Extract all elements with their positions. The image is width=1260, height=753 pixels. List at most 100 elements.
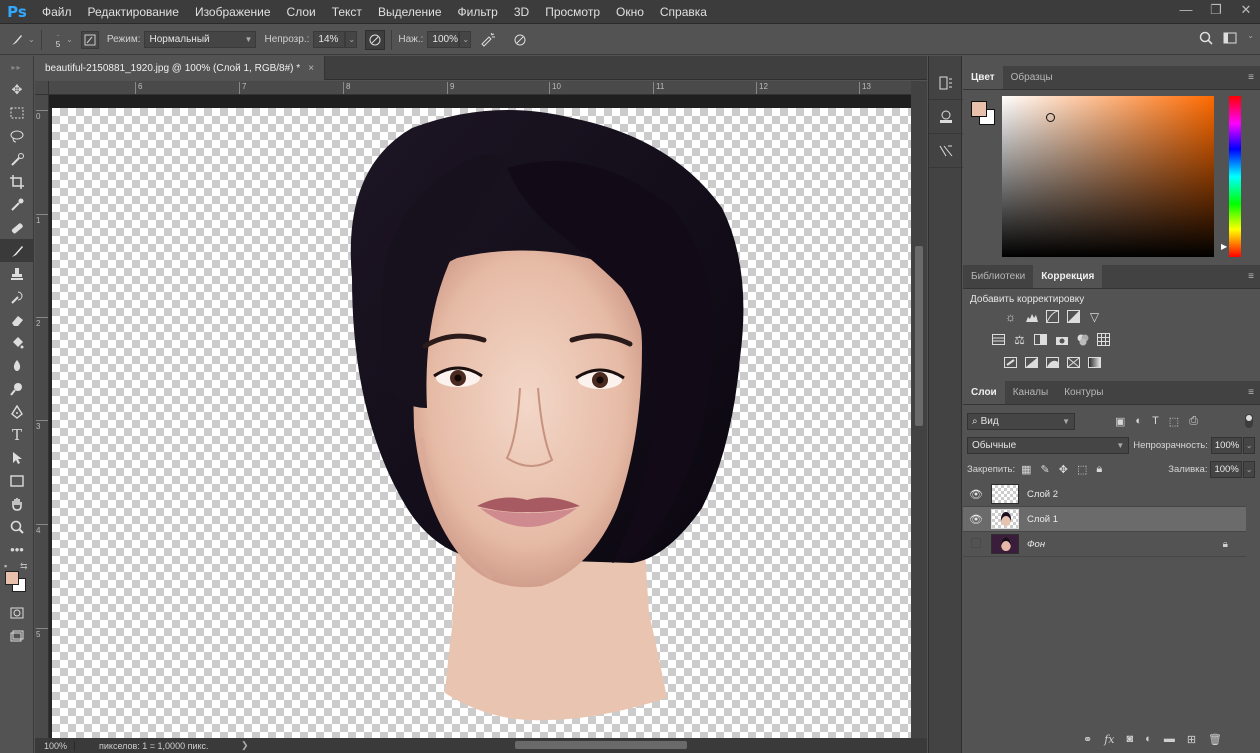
chevron-right-icon[interactable]: ❯ (241, 740, 249, 751)
paragraph-panel-icon[interactable] (929, 134, 963, 168)
menu-help[interactable]: Справка (652, 5, 715, 19)
horizontal-ruler[interactable]: 6 7 8 9 10 11 12 13 (49, 81, 911, 95)
layer-name[interactable]: Слой 2 (1027, 489, 1058, 500)
tab-libraries[interactable]: Библиотеки (963, 265, 1033, 288)
hue-saturation-icon[interactable] (991, 332, 1006, 347)
link-layers-icon[interactable]: ⚭ (1083, 733, 1092, 746)
new-layer-icon[interactable]: ⊞ (1187, 733, 1196, 746)
chevron-down-icon[interactable]: ⌄ (28, 35, 35, 44)
workspace-icon[interactable] (1223, 31, 1237, 48)
search-icon[interactable] (1199, 31, 1213, 48)
menu-window[interactable]: Окно (608, 5, 652, 19)
color-picker-marker[interactable] (1046, 113, 1055, 122)
delete-layer-icon[interactable]: 🗑︎ (1208, 733, 1222, 746)
blur-tool-icon[interactable] (0, 354, 34, 377)
vibrance-icon[interactable]: ▽ (1087, 309, 1102, 324)
pen-tool-icon[interactable] (0, 400, 34, 423)
layer-fill-input[interactable]: 100% (1210, 460, 1243, 478)
filter-type-icon[interactable]: T (1152, 415, 1159, 428)
layer-style-icon[interactable]: fx (1104, 733, 1114, 746)
zoom-tool-icon[interactable] (0, 515, 34, 538)
scrollbar-thumb[interactable] (915, 246, 923, 426)
clone-stamp-tool-icon[interactable] (0, 262, 34, 285)
brush-tool-icon[interactable] (0, 239, 34, 262)
layer-opacity-input[interactable]: 100% (1210, 436, 1243, 454)
menu-layers[interactable]: Слои (279, 5, 324, 19)
crop-tool-icon[interactable] (0, 170, 34, 193)
menu-view[interactable]: Просмотр (537, 5, 608, 19)
move-tool-icon[interactable]: ✥ (0, 78, 34, 101)
tab-paths[interactable]: Контуры (1056, 381, 1111, 404)
brush-panel-icon[interactable] (80, 30, 99, 49)
photo-filter-icon[interactable] (1054, 332, 1069, 347)
layer-row-sloy-2[interactable]: 👁︎ Слой 2 (963, 482, 1246, 507)
vertical-scrollbar[interactable] (911, 81, 927, 738)
close-icon[interactable]: ✕ (1238, 2, 1254, 18)
visibility-eye-icon[interactable]: 👁︎ (963, 513, 989, 526)
new-adjustment-layer-icon[interactable]: ◐ (1145, 733, 1152, 746)
menu-3d[interactable]: 3D (506, 5, 537, 19)
tab-adjustments[interactable]: Коррекция (1033, 265, 1103, 288)
pressure-input[interactable]: 100% (427, 31, 460, 48)
type-tool-icon[interactable]: T (0, 423, 34, 446)
lock-artboard-icon[interactable]: ⬚ (1077, 463, 1087, 476)
healing-brush-tool-icon[interactable] (0, 216, 34, 239)
chevron-down-icon[interactable]: ⌄ (66, 35, 73, 44)
layer-filter-dropdown[interactable]: ⌕ Вид ▼ (967, 412, 1075, 430)
tab-swatches[interactable]: Образцы (1003, 66, 1061, 89)
visibility-toggle-off[interactable] (963, 537, 989, 551)
tab-layers[interactable]: Слои (963, 381, 1005, 404)
ruler-origin[interactable] (35, 81, 49, 95)
filter-toggle[interactable] (1245, 414, 1253, 428)
panel-menu-icon[interactable]: ≡ (1248, 72, 1254, 83)
threshold-icon[interactable] (1045, 355, 1060, 370)
restore-icon[interactable]: ❐ (1208, 2, 1224, 18)
menu-edit[interactable]: Редактирование (80, 5, 187, 19)
history-brush-tool-icon[interactable] (0, 285, 34, 308)
quick-mask-icon[interactable] (0, 601, 34, 624)
properties-panel-icon[interactable] (929, 100, 963, 134)
color-balance-icon[interactable]: ⚖ (1012, 332, 1027, 347)
minimize-icon[interactable]: — (1178, 2, 1194, 18)
horizontal-scrollbar-thumb[interactable] (515, 741, 687, 749)
size-pressure-icon[interactable] (511, 31, 529, 49)
blend-mode-dropdown[interactable]: Обычные ▼ (967, 436, 1130, 454)
lock-position-icon[interactable]: ✥ (1059, 463, 1068, 476)
hue-slider-marker-icon[interactable]: ▶ (1221, 242, 1227, 251)
posterize-icon[interactable] (1024, 355, 1039, 370)
canvas-workspace[interactable] (49, 95, 911, 738)
history-panel-icon[interactable] (929, 66, 963, 100)
filter-pixel-icon[interactable]: ▣ (1115, 415, 1125, 428)
brush-size-value[interactable]: 5 (56, 40, 60, 49)
hand-tool-icon[interactable] (0, 492, 34, 515)
paint-bucket-tool-icon[interactable] (0, 331, 34, 354)
layer-name[interactable]: Фон (1027, 539, 1045, 550)
tab-color[interactable]: Цвет (963, 66, 1003, 89)
chevron-down-icon[interactable]: ⌄ (1243, 460, 1255, 478)
foreground-color-swatch[interactable] (5, 571, 19, 585)
marquee-tool-icon[interactable] (0, 101, 34, 124)
tab-channels[interactable]: Каналы (1005, 381, 1057, 404)
layer-name[interactable]: Слой 1 (1027, 514, 1058, 525)
filter-smart-object-icon[interactable]: ⎙ (1189, 415, 1198, 428)
add-mask-icon[interactable]: ◙ (1127, 733, 1134, 746)
foreground-color-swatch[interactable] (971, 101, 987, 117)
default-colors-icon[interactable]: ▪ (4, 561, 7, 571)
quick-select-tool-icon[interactable] (0, 147, 34, 170)
document-tab[interactable]: beautiful-2150881_1920.jpg @ 100% (Слой … (35, 56, 326, 80)
panel-grip-icon[interactable] (929, 56, 961, 66)
vertical-ruler[interactable]: 0 1 2 3 4 5 (35, 95, 49, 738)
invert-icon[interactable] (1003, 355, 1018, 370)
screen-mode-icon[interactable] (0, 624, 34, 647)
airbrush-icon[interactable] (479, 31, 497, 49)
document-canvas[interactable] (52, 108, 911, 738)
opacity-pressure-icon[interactable] (365, 29, 386, 50)
panel-grip-icon[interactable]: ▸▸ (0, 56, 33, 78)
dodge-tool-icon[interactable] (0, 377, 34, 400)
layer-row-background[interactable]: Фон 🔒︎ (963, 532, 1246, 557)
color-lookup-icon[interactable] (1096, 332, 1111, 347)
visibility-eye-icon[interactable]: 👁︎ (963, 488, 989, 501)
chevron-down-icon[interactable]: ⌄ (1247, 31, 1254, 48)
eyedropper-tool-icon[interactable] (0, 193, 34, 216)
rectangle-tool-icon[interactable] (0, 469, 34, 492)
